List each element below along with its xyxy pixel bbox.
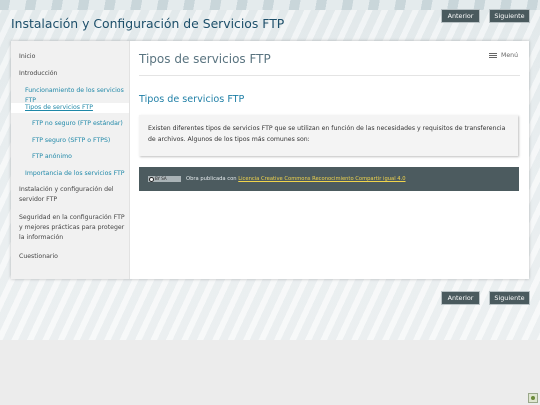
cc-badge-text: BY SA: [155, 176, 167, 181]
sidebar-item-ftp-anonimo[interactable]: FTP anónimo: [11, 152, 129, 162]
next-button-bottom[interactable]: Siguiente: [490, 292, 529, 304]
title-divider: [139, 75, 520, 76]
sidebar-nav: Inicio Introducción Funcionamiento de lo…: [11, 41, 130, 279]
page-title: Tipos de servicios FTP: [139, 52, 271, 66]
section-title: Tipos de servicios FTP: [139, 94, 245, 105]
cc-license-icon: BY SA: [148, 176, 181, 182]
help-icon[interactable]: [528, 393, 538, 403]
sidebar-item-seguridad[interactable]: Seguridad en la configuración FTP y mejo…: [11, 213, 125, 243]
sidebar-item-inicio[interactable]: Inicio: [11, 52, 137, 62]
cc-circle-icon: [149, 176, 154, 182]
page-footer-area: [0, 340, 540, 405]
next-button-top[interactable]: Siguiente: [490, 10, 529, 22]
content-area: Tipos de servicios FTP Menú Tipos de ser…: [139, 41, 521, 279]
menu-button[interactable]: Menú: [489, 52, 518, 59]
license-link[interactable]: Licencia Creative Commons Reconocimiento…: [238, 176, 405, 182]
menu-icon: [489, 52, 497, 59]
license-text: Obra publicada con Licencia Creative Com…: [186, 175, 406, 183]
header-decoration: [0, 0, 540, 10]
sidebar-item-ftp-no-seguro[interactable]: FTP no seguro (FTP estándar): [11, 119, 129, 129]
info-box: Existen diferentes tipos de servicios FT…: [139, 115, 518, 156]
license-prefix: Obra publicada con: [186, 176, 239, 182]
sidebar-item-cuestionario[interactable]: Cuestionario: [11, 252, 137, 262]
sidebar-item-introduccion[interactable]: Introducción: [11, 69, 137, 79]
site-title: Instalación y Configuración de Servicios…: [11, 16, 285, 31]
sidebar-item-importancia[interactable]: Importancia de los servicios FTP: [11, 169, 129, 179]
info-text: Existen diferentes tipos de servicios FT…: [148, 125, 506, 143]
license-bar: BY SA Obra publicada con Licencia Creati…: [139, 167, 519, 191]
prev-button-bottom[interactable]: Anterior: [442, 292, 479, 304]
main-panel: Inicio Introducción Funcionamiento de lo…: [11, 41, 529, 279]
sidebar-item-instalacion[interactable]: Instalación y configuración del servidor…: [11, 185, 121, 205]
sidebar-item-tipos[interactable]: Tipos de servicios FTP: [11, 103, 129, 113]
menu-label: Menú: [501, 52, 518, 59]
sidebar-item-ftp-seguro[interactable]: FTP seguro (SFTP o FTPS): [11, 136, 129, 146]
prev-button-top[interactable]: Anterior: [442, 10, 479, 22]
